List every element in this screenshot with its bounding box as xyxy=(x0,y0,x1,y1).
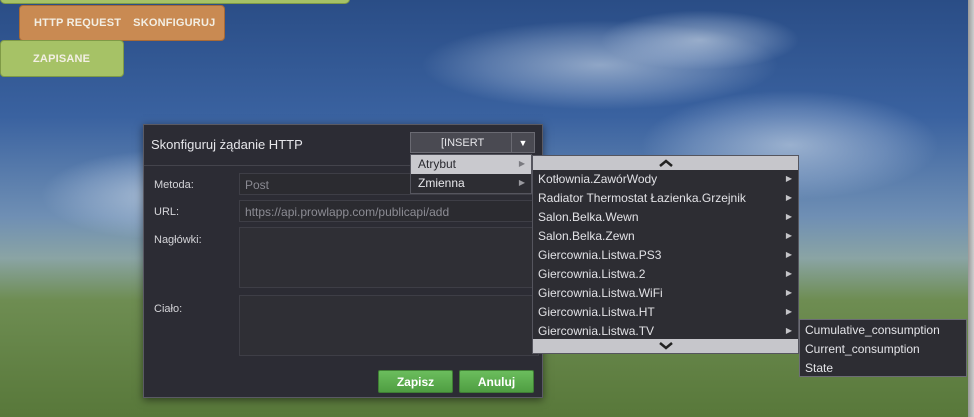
attribute-menu-item[interactable]: Radiator Thermostat Łazienka.Grzejnik ▶ xyxy=(533,189,798,208)
attribute-menu-item-label: Giercownia.Listwa.PS3 xyxy=(538,248,662,262)
attribute-menu-item[interactable]: Giercownia.Listwa.2 ▶ xyxy=(533,265,798,284)
scroll-up-button[interactable] xyxy=(533,156,798,170)
menu-item-label: Atrybut xyxy=(418,157,457,171)
chevron-right-icon: ▶ xyxy=(785,193,792,202)
block-above[interactable] xyxy=(0,0,350,4)
chevron-right-icon: ▶ xyxy=(785,269,792,278)
insert-dropdown[interactable]: [INSERT ▼ xyxy=(410,132,535,153)
chevron-down-icon[interactable]: ▼ xyxy=(511,133,534,152)
attribute-menu-item-label: Salon.Belka.Wewn xyxy=(538,210,639,224)
chevron-right-icon: ▶ xyxy=(785,231,792,240)
attribute-menu-item-label: Giercownia.Listwa.HT xyxy=(538,305,655,319)
attribute-menu-item[interactable]: Salon.Belka.Zewn ▶ xyxy=(533,227,798,246)
url-input[interactable]: https://api.prowlapp.com/publicapi/add xyxy=(239,200,539,222)
chevron-right-icon: ▶ xyxy=(785,250,792,259)
attribute-menu-item[interactable]: Giercownia.Listwa.HT ▶ xyxy=(533,303,798,322)
save-button[interactable]: Zapisz xyxy=(378,370,453,393)
saved-block-label: ZAPISANE xyxy=(33,52,91,65)
chevron-right-icon: ▶ xyxy=(518,178,525,187)
insert-label: [INSERT xyxy=(441,137,485,149)
attribute-menu-item[interactable]: Kotłownia.ZawórWody ▶ xyxy=(533,170,798,189)
submenu-item-current-consumption[interactable]: Current_consumption xyxy=(805,342,920,356)
insert-menu-item-attribute[interactable]: Atrybut ▶ xyxy=(411,155,531,174)
url-label: URL: xyxy=(154,206,180,218)
chevron-right-icon: ▶ xyxy=(785,326,792,335)
attribute-menu-item[interactable]: Giercownia.Listwa.WiFi ▶ xyxy=(533,284,798,303)
chevron-right-icon: ▶ xyxy=(785,307,792,316)
scroll-down-button[interactable] xyxy=(533,339,798,353)
attribute-menu-item[interactable]: Salon.Belka.Wewn ▶ xyxy=(533,208,798,227)
configure-link[interactable]: SKONFIGURUJ xyxy=(133,17,215,29)
dialog-title: Skonfiguruj żądanie HTTP xyxy=(151,137,303,152)
http-request-block-label: HTTP REQUEST xyxy=(34,17,122,29)
chevron-up-icon xyxy=(658,159,673,167)
submenu-item-state[interactable]: State xyxy=(805,361,833,375)
http-request-block[interactable]: HTTP REQUEST SKONFIGURUJ xyxy=(19,5,225,41)
menu-item-label: Zmienna xyxy=(418,176,465,190)
body-label: Ciało: xyxy=(154,303,183,315)
attribute-menu-item[interactable]: Giercownia.Listwa.PS3 ▶ xyxy=(533,246,798,265)
headers-textarea[interactable] xyxy=(239,227,539,288)
saved-block[interactable]: ZAPISANE xyxy=(0,40,124,77)
cancel-button[interactable]: Anuluj xyxy=(459,370,534,393)
attribute-menu-item-label: Salon.Belka.Zewn xyxy=(538,229,635,243)
attribute-menu-item-label: Giercownia.Listwa.2 xyxy=(538,267,646,281)
attribute-submenu: Cumulative_consumption Current_consumpti… xyxy=(799,319,967,377)
sky-cloud xyxy=(600,10,800,70)
insert-menu-item-variable[interactable]: Zmienna ▶ xyxy=(411,174,531,193)
attribute-menu-item-label: Kotłownia.ZawórWody xyxy=(538,172,658,186)
body-textarea[interactable] xyxy=(239,295,539,356)
chevron-right-icon: ▶ xyxy=(785,288,792,297)
chevron-right-icon: ▶ xyxy=(518,159,525,168)
attribute-menu-item-label: Radiator Thermostat Łazienka.Grzejnik xyxy=(538,191,746,205)
attribute-menu-item-label: Giercownia.Listwa.WiFi xyxy=(538,286,663,300)
chevron-right-icon: ▶ xyxy=(785,174,792,183)
insert-menu: Atrybut ▶ Zmienna ▶ xyxy=(410,154,532,194)
submenu-item-cumulative-consumption[interactable]: Cumulative_consumption xyxy=(805,323,940,337)
chevron-right-icon: ▶ xyxy=(785,212,792,221)
attribute-menu: Kotłownia.ZawórWody ▶ Radiator Thermosta… xyxy=(532,155,799,354)
attribute-menu-item-label: Giercownia.Listwa.TV xyxy=(538,324,655,338)
method-label: Metoda: xyxy=(154,179,194,191)
chevron-down-icon xyxy=(658,342,673,350)
headers-label: Nagłówki: xyxy=(154,234,202,246)
workspace-scrollbar[interactable] xyxy=(968,0,974,417)
